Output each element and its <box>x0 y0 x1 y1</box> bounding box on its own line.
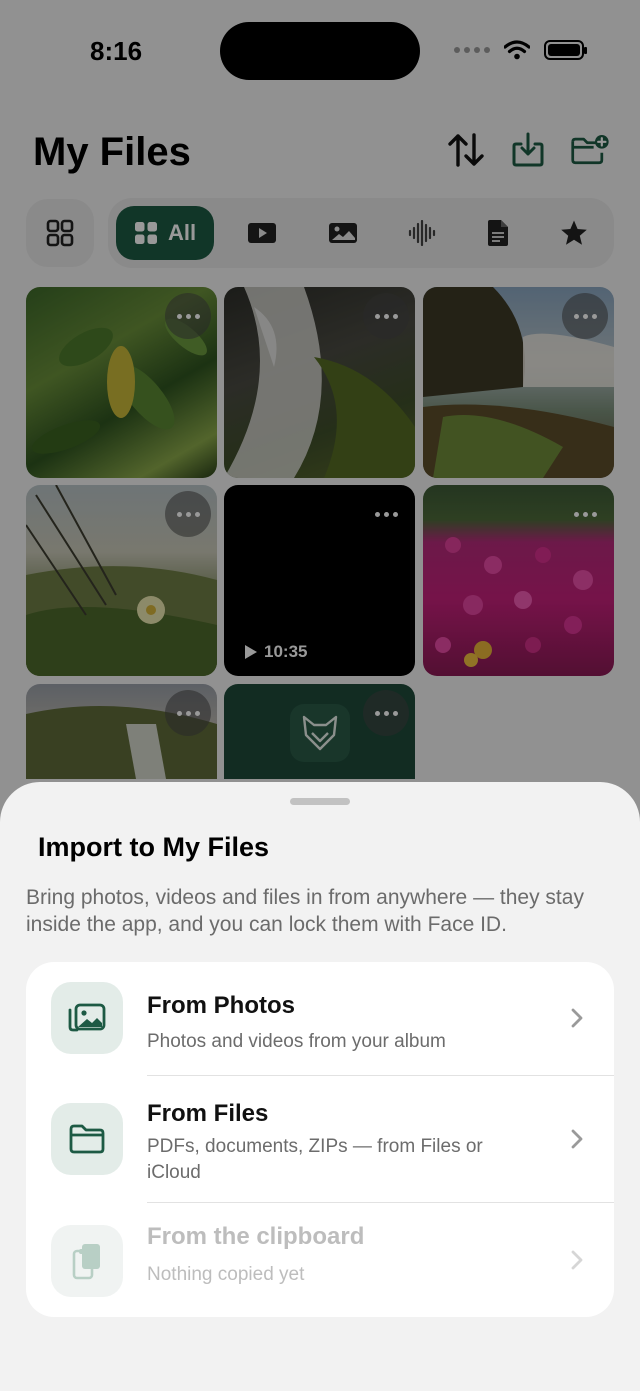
import-option-files[interactable]: From Files PDFs, documents, ZIPs — from … <box>26 1076 614 1202</box>
import-option-title: From the clipboard <box>147 1223 365 1250</box>
import-sheet: Import to My Files Bring photos, videos … <box>0 782 640 1391</box>
import-option-title: From Photos <box>147 992 295 1019</box>
folder-icon <box>69 1124 105 1154</box>
sheet-description: Bring photos, videos and files in from a… <box>26 886 584 936</box>
photos-icon <box>68 1003 106 1032</box>
sheet-title: Import to My Files <box>38 832 270 862</box>
import-option-clipboard: From the clipboard Nothing copied yet <box>26 1203 614 1317</box>
chevron-right-icon <box>568 1126 586 1152</box>
chevron-right-icon <box>568 1005 586 1031</box>
photos-icon-tile <box>51 982 123 1054</box>
import-options: From Photos Photos and videos from your … <box>26 962 614 1317</box>
import-option-photos[interactable]: From Photos Photos and videos from your … <box>26 962 614 1075</box>
import-option-title: From Files <box>147 1100 269 1127</box>
import-option-subtitle: Photos and videos from your album <box>147 1031 446 1052</box>
import-option-subtitle: Nothing copied yet <box>147 1264 305 1285</box>
sheet-grabber[interactable] <box>290 798 350 805</box>
chevron-right-icon <box>568 1247 586 1273</box>
clipboard-icon-tile <box>51 1225 123 1297</box>
clipboard-icon <box>72 1244 100 1280</box>
folder-icon-tile <box>51 1103 123 1175</box>
import-option-subtitle: PDFs, documents, ZIPs — from Files or iC… <box>147 1136 483 1183</box>
